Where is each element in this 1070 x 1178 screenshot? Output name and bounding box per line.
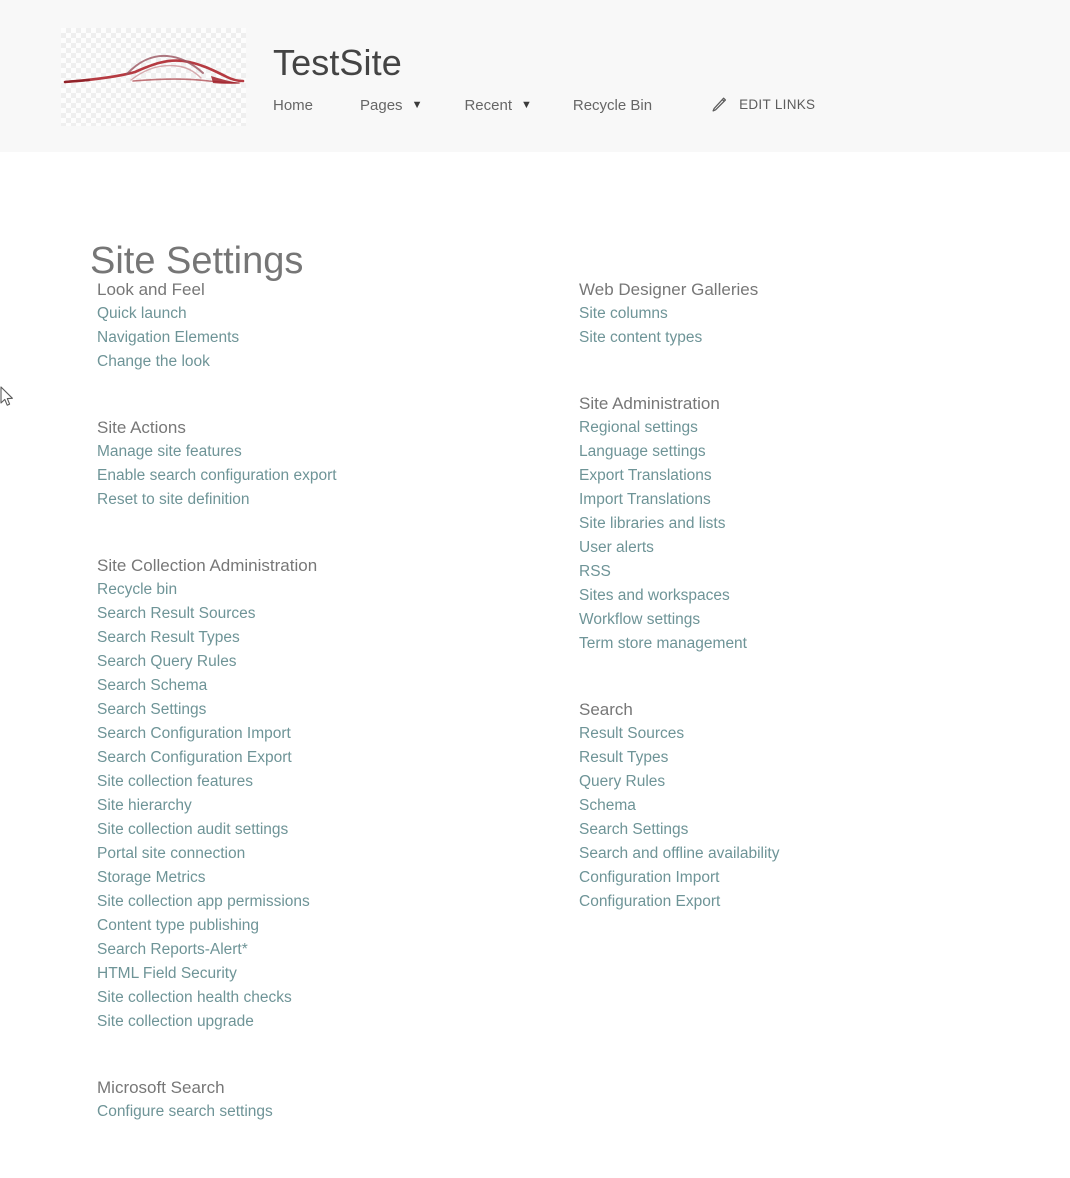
settings-link[interactable]: Search Reports-Alert* bbox=[97, 938, 527, 962]
settings-link[interactable]: Result Sources bbox=[579, 722, 1009, 746]
settings-link[interactable]: Content type publishing bbox=[97, 914, 527, 938]
settings-group: Site Administration Regional settings Lang… bbox=[579, 392, 1009, 656]
nav-item-recent[interactable]: Recent bbox=[464, 98, 512, 113]
chevron-down-icon-pages[interactable]: ▼ bbox=[412, 99, 423, 111]
settings-group: Search Result Sources Result Types Query Ru… bbox=[579, 698, 1009, 914]
settings-group-heading: Microsoft Search bbox=[97, 1078, 225, 1097]
settings-group-heading: Look and Feel bbox=[97, 280, 205, 299]
settings-group: Web Designer Galleries Site columns Site c… bbox=[579, 278, 1009, 350]
settings-link[interactable]: Configure search settings bbox=[97, 1100, 527, 1124]
site-title[interactable]: TestSite bbox=[273, 45, 402, 81]
settings-link[interactable]: RSS bbox=[579, 560, 1009, 584]
settings-group: Site Collection Administration Recycle bi… bbox=[97, 554, 527, 1034]
settings-link[interactable]: Query Rules bbox=[579, 770, 1009, 794]
edit-links-label: EDIT LINKS bbox=[739, 97, 816, 113]
settings-link[interactable]: Term store management bbox=[579, 632, 1009, 656]
nav-item-pages[interactable]: Pages bbox=[360, 98, 403, 113]
settings-link[interactable]: Search Settings bbox=[579, 818, 1009, 842]
settings-link[interactable]: Schema bbox=[579, 794, 1009, 818]
settings-group-heading: Site Actions bbox=[97, 418, 186, 437]
settings-column-left: Look and Feel Quick launch Navigation Elem… bbox=[97, 278, 527, 1124]
settings-link[interactable]: Search Configuration Import bbox=[97, 722, 527, 746]
settings-link[interactable]: HTML Field Security bbox=[97, 962, 527, 986]
settings-link[interactable]: Site collection upgrade bbox=[97, 1010, 527, 1034]
settings-link[interactable]: Configuration Import bbox=[579, 866, 1009, 890]
pencil-icon bbox=[712, 97, 727, 112]
settings-link[interactable]: Configuration Export bbox=[579, 890, 1009, 914]
settings-link[interactable]: User alerts bbox=[579, 536, 1009, 560]
car-logo-icon bbox=[63, 54, 245, 84]
settings-group-heading: Site Administration bbox=[579, 394, 720, 413]
settings-link[interactable]: Navigation Elements bbox=[97, 326, 527, 350]
settings-link[interactable]: Site collection app permissions bbox=[97, 890, 527, 914]
settings-link[interactable]: Site libraries and lists bbox=[579, 512, 1009, 536]
mouse-pointer-icon bbox=[0, 386, 13, 406]
settings-link[interactable]: Regional settings bbox=[579, 416, 1009, 440]
settings-link[interactable]: Enable search configuration export bbox=[97, 464, 527, 488]
settings-link[interactable]: Language settings bbox=[579, 440, 1009, 464]
settings-link[interactable]: Export Translations bbox=[579, 464, 1009, 488]
settings-link[interactable]: Result Types bbox=[579, 746, 1009, 770]
settings-link[interactable]: Site columns bbox=[579, 302, 1009, 326]
settings-link[interactable]: Recycle bin bbox=[97, 578, 527, 602]
top-navigation: Home Pages ▼ Recent ▼ Recycle Bin EDIT L… bbox=[273, 96, 815, 114]
site-logo[interactable] bbox=[61, 28, 246, 126]
settings-link[interactable]: Quick launch bbox=[97, 302, 527, 326]
settings-link[interactable]: Storage Metrics bbox=[97, 866, 527, 890]
settings-link[interactable]: Site collection features bbox=[97, 770, 527, 794]
settings-link[interactable]: Search Settings bbox=[97, 698, 527, 722]
settings-link[interactable]: Search Schema bbox=[97, 674, 527, 698]
settings-link[interactable]: Manage site features bbox=[97, 440, 527, 464]
edit-links-button[interactable]: EDIT LINKS bbox=[710, 96, 815, 114]
nav-item-home[interactable]: Home bbox=[273, 98, 313, 113]
settings-link[interactable]: Reset to site definition bbox=[97, 488, 527, 512]
settings-link[interactable]: Workflow settings bbox=[579, 608, 1009, 632]
settings-link[interactable]: Site collection audit settings bbox=[97, 818, 527, 842]
settings-link[interactable]: Search Configuration Export bbox=[97, 746, 527, 770]
settings-link[interactable]: Change the look bbox=[97, 350, 527, 374]
settings-link[interactable]: Search and offline availability bbox=[579, 842, 1009, 866]
site-header-band: TestSite Home Pages ▼ Recent ▼ Recycle B… bbox=[0, 0, 1070, 152]
settings-link[interactable]: Sites and workspaces bbox=[579, 584, 1009, 608]
settings-link[interactable]: Search Result Types bbox=[97, 626, 527, 650]
settings-link[interactable]: Import Translations bbox=[579, 488, 1009, 512]
settings-link[interactable]: Search Result Sources bbox=[97, 602, 527, 626]
chevron-down-icon-recent[interactable]: ▼ bbox=[521, 99, 532, 111]
settings-column-right: Web Designer Galleries Site columns Site c… bbox=[579, 278, 1009, 914]
settings-link[interactable]: Portal site connection bbox=[97, 842, 527, 866]
settings-group: Microsoft Search Configure search setting… bbox=[97, 1076, 527, 1124]
settings-group-heading: Web Designer Galleries bbox=[579, 280, 759, 299]
settings-group-heading: Site Collection Administration bbox=[97, 556, 318, 575]
settings-link[interactable]: Site collection health checks bbox=[97, 986, 527, 1010]
settings-group-heading: Search bbox=[579, 700, 633, 719]
settings-link[interactable]: Site hierarchy bbox=[97, 794, 527, 818]
settings-group: Look and Feel Quick launch Navigation Elem… bbox=[97, 278, 527, 374]
settings-group: Site Actions Manage site features Enable s… bbox=[97, 416, 527, 512]
settings-link[interactable]: Site content types bbox=[579, 326, 1009, 350]
settings-link[interactable]: Search Query Rules bbox=[97, 650, 527, 674]
nav-item-recycle-bin[interactable]: Recycle Bin bbox=[573, 98, 652, 113]
